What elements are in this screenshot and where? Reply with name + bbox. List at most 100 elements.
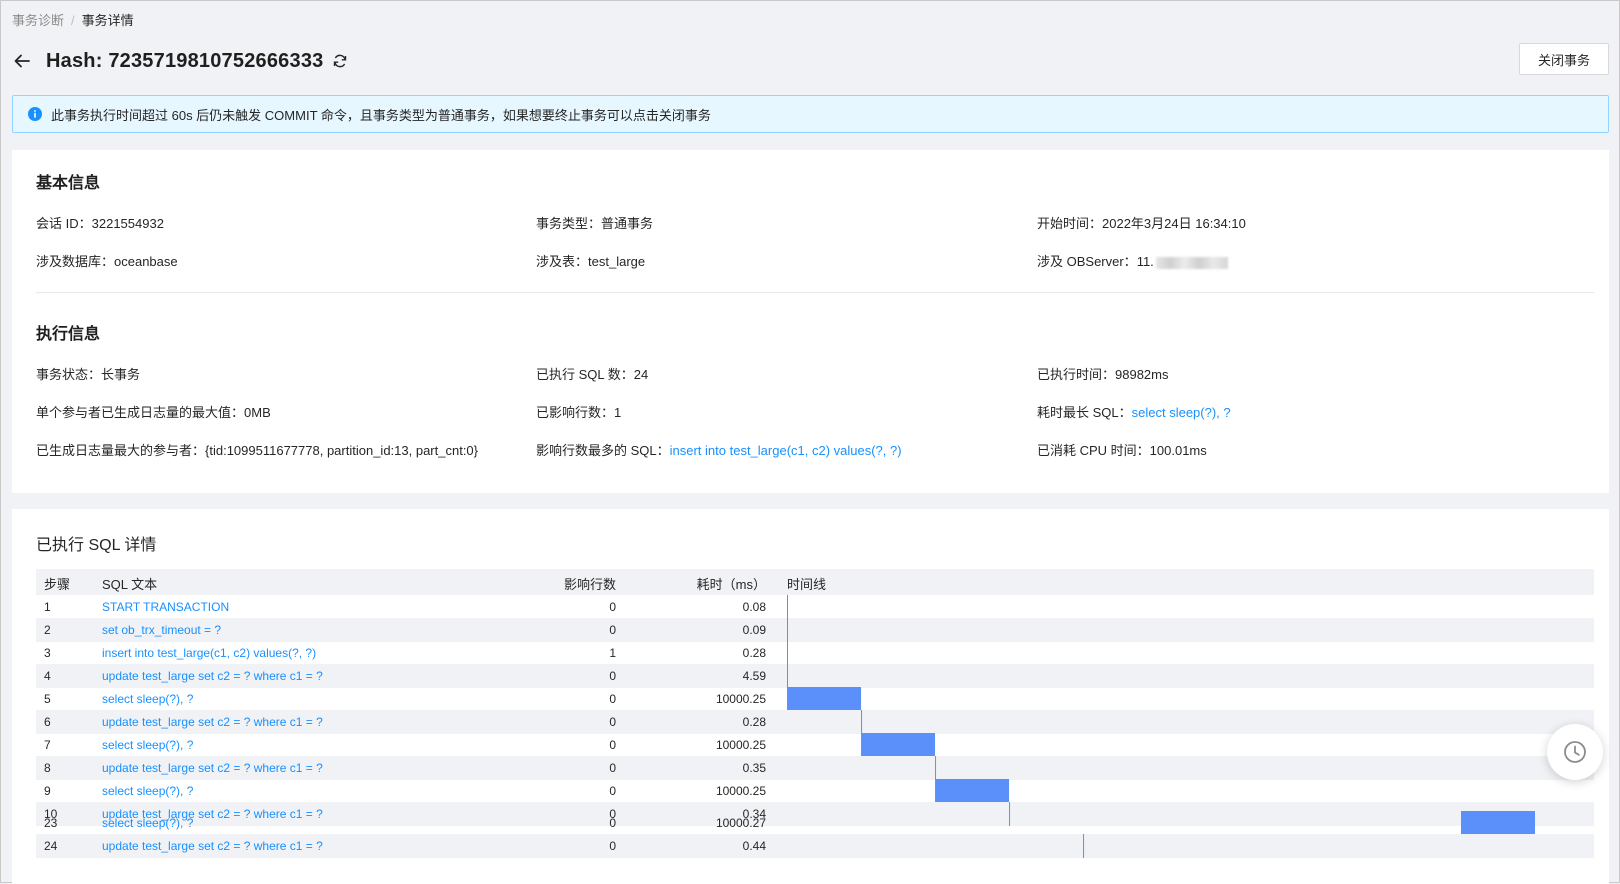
rows-cell: 0 (609, 761, 616, 775)
sql-text-link[interactable]: set ob_trx_timeout = ? (102, 623, 221, 637)
exec-time-label: 已执行时间： (1037, 367, 1116, 382)
sql-text-link[interactable]: START TRANSACTION (102, 600, 229, 614)
alert-text: 此事务执行时间超过 60s 后仍未触发 COMMIT 命令，且事务类型为普通事务… (51, 107, 711, 123)
sql-text-link[interactable]: update test_large set c2 = ? where c1 = … (102, 839, 323, 853)
rows-cell: 0 (609, 669, 616, 683)
affected-rows-value: 1 (614, 405, 622, 420)
table-row: 1 START TRANSACTION 0 0.08 (36, 595, 1594, 619)
page-frame: 事务诊断 / 事务详情 Hash: 7235719810752666333 关闭事务… (0, 0, 1620, 884)
transaction-type-value: 普通事务 (601, 216, 654, 231)
rows-cell: 0 (609, 715, 616, 729)
table-value: test_large (588, 254, 646, 269)
table-row: 9 select sleep(?), ? 0 10000.25 (36, 779, 1594, 803)
cost-cell: 0.35 (742, 761, 766, 775)
column-header-sql: SQL 文本 (102, 577, 158, 592)
info-circle-icon (28, 107, 42, 121)
exec-time-value: 98982ms (1115, 367, 1169, 382)
step-cell: 6 (44, 715, 51, 729)
arrow-left-icon[interactable] (12, 51, 32, 71)
most-rows-sql-link[interactable]: insert into test_large(c1, c2) values(?,… (670, 443, 902, 458)
breadcrumb-parent[interactable]: 事务诊断 (12, 13, 64, 28)
title-bar: Hash: 7235719810752666333 (12, 45, 348, 77)
rows-cell: 0 (609, 839, 616, 853)
database-field: 涉及数据库：oceanbase (36, 251, 178, 270)
cpu-time-label: 已消耗 CPU 时间： (1037, 443, 1150, 458)
step-cell: 9 (44, 784, 51, 798)
sql-text-link[interactable]: update test_large set c2 = ? where c1 = … (102, 715, 323, 729)
start-time-label: 开始时间： (1037, 216, 1103, 231)
close-transaction-button[interactable]: 关闭事务 (1519, 43, 1609, 75)
exec-time-field: 已执行时间：98982ms (1037, 364, 1169, 383)
cpu-time-field: 已消耗 CPU 时间：100.01ms (1037, 440, 1207, 459)
sql-text-link[interactable]: select sleep(?), ? (102, 738, 193, 752)
cost-cell: 0.28 (742, 715, 766, 729)
sql-text-link[interactable]: select sleep(?), ? (102, 692, 193, 706)
transaction-type-label: 事务类型： (536, 216, 602, 231)
participant-field: 已生成日志量最大的参与者：{tid:1099511677778, partiti… (36, 440, 478, 459)
most-rows-sql-label: 影响行数最多的 SQL： (536, 443, 670, 458)
step-cell: 24 (44, 839, 58, 853)
affected-rows-label: 已影响行数： (536, 405, 615, 420)
status-field: 事务状态：长事务 (36, 364, 140, 383)
step-cell: 1 (44, 600, 51, 614)
max-log-field: 单个参与者已生成日志量的最大值：0MB (36, 402, 271, 421)
table-label: 涉及表： (536, 254, 589, 269)
status-label: 事务状态： (36, 367, 102, 382)
cpu-time-value: 100.01ms (1149, 443, 1207, 458)
sql-text-link[interactable]: select sleep(?), ? (102, 784, 193, 798)
cost-cell: 0.08 (742, 600, 766, 614)
column-header-step: 步骤 (44, 577, 71, 592)
sql-count-field: 已执行 SQL 数：24 (536, 364, 648, 383)
table-header: 步骤 SQL 文本 影响行数 耗时（ms） 时间线 (36, 569, 1594, 595)
cost-cell: 0.09 (742, 623, 766, 637)
breadcrumb: 事务诊断 / 事务详情 (12, 10, 134, 29)
start-time-field: 开始时间：2022年3月24日 16:34:10 (1037, 213, 1246, 232)
cost-cell: 10000.25 (715, 738, 766, 752)
table-row: 24 update test_large set c2 = ? where c1 … (36, 834, 1594, 858)
sql-text-link[interactable]: insert into test_large(c1, c2) values(?,… (102, 646, 316, 660)
start-time-value: 2022年3月24日 16:34:10 (1102, 216, 1246, 231)
rows-cell: 0 (609, 816, 616, 830)
sql-count-label: 已执行 SQL 数： (536, 367, 634, 382)
history-button[interactable] (1547, 724, 1603, 780)
longest-sql-link[interactable]: select sleep(?), ? (1132, 405, 1231, 420)
sql-text-link[interactable]: update test_large set c2 = ? where c1 = … (102, 669, 323, 683)
sql-details-title: 已执行 SQL 详情 (36, 537, 157, 554)
cost-cell: 0.28 (742, 646, 766, 660)
sql-text-link[interactable]: update test_large set c2 = ? where c1 = … (102, 761, 323, 775)
sql-details-card: 已执行 SQL 详情 步骤 SQL 文本 影响行数 耗时（ms） 时间线 1 ST… (12, 509, 1609, 884)
info-alert: 此事务执行时间超过 60s 后仍未触发 COMMIT 命令，且事务类型为普通事务… (12, 95, 1609, 133)
refresh-icon[interactable] (332, 53, 348, 69)
redacted-ip (1155, 256, 1228, 269)
rows-cell: 0 (609, 784, 616, 798)
session-id-label: 会话 ID： (36, 216, 92, 231)
page-title: Hash: 7235719810752666333 (46, 49, 324, 72)
participant-label: 已生成日志量最大的参与者： (36, 443, 206, 458)
affected-rows-field: 已影响行数：1 (536, 402, 621, 421)
table-field: 涉及表：test_large (536, 251, 645, 270)
step-cell: 4 (44, 669, 51, 683)
table-row: 4 update test_large set c2 = ? where c1 =… (36, 664, 1594, 688)
info-card: 基本信息 会话 ID：3221554932 事务类型：普通事务 开始时间：202… (12, 150, 1609, 493)
rows-cell: 0 (609, 600, 616, 614)
step-cell: 5 (44, 692, 51, 706)
status-value: 长事务 (101, 367, 141, 382)
column-header-timeline: 时间线 (787, 577, 827, 592)
rows-cell: 0 (609, 623, 616, 637)
table-row: 23 select sleep(?), ? 0 10000.27 (36, 811, 1594, 835)
max-log-label: 单个参与者已生成日志量的最大值： (36, 405, 245, 420)
basic-info-title: 基本信息 (36, 175, 101, 192)
sql-text-link[interactable]: select sleep(?), ? (102, 816, 193, 830)
rows-cell: 0 (609, 738, 616, 752)
breadcrumb-separator: / (71, 13, 75, 28)
observer-value: 11. (1136, 254, 1154, 269)
section-divider (36, 292, 1594, 293)
exec-info-title: 执行信息 (36, 326, 101, 343)
table-row: 2 set ob_trx_timeout = ? 0 0.09 (36, 618, 1594, 642)
cost-cell: 4.59 (742, 669, 766, 683)
database-value: oceanbase (114, 254, 178, 269)
session-id-field: 会话 ID：3221554932 (36, 213, 164, 232)
step-cell: 8 (44, 761, 51, 775)
step-cell: 3 (44, 646, 51, 660)
transaction-type-field: 事务类型：普通事务 (536, 213, 653, 232)
